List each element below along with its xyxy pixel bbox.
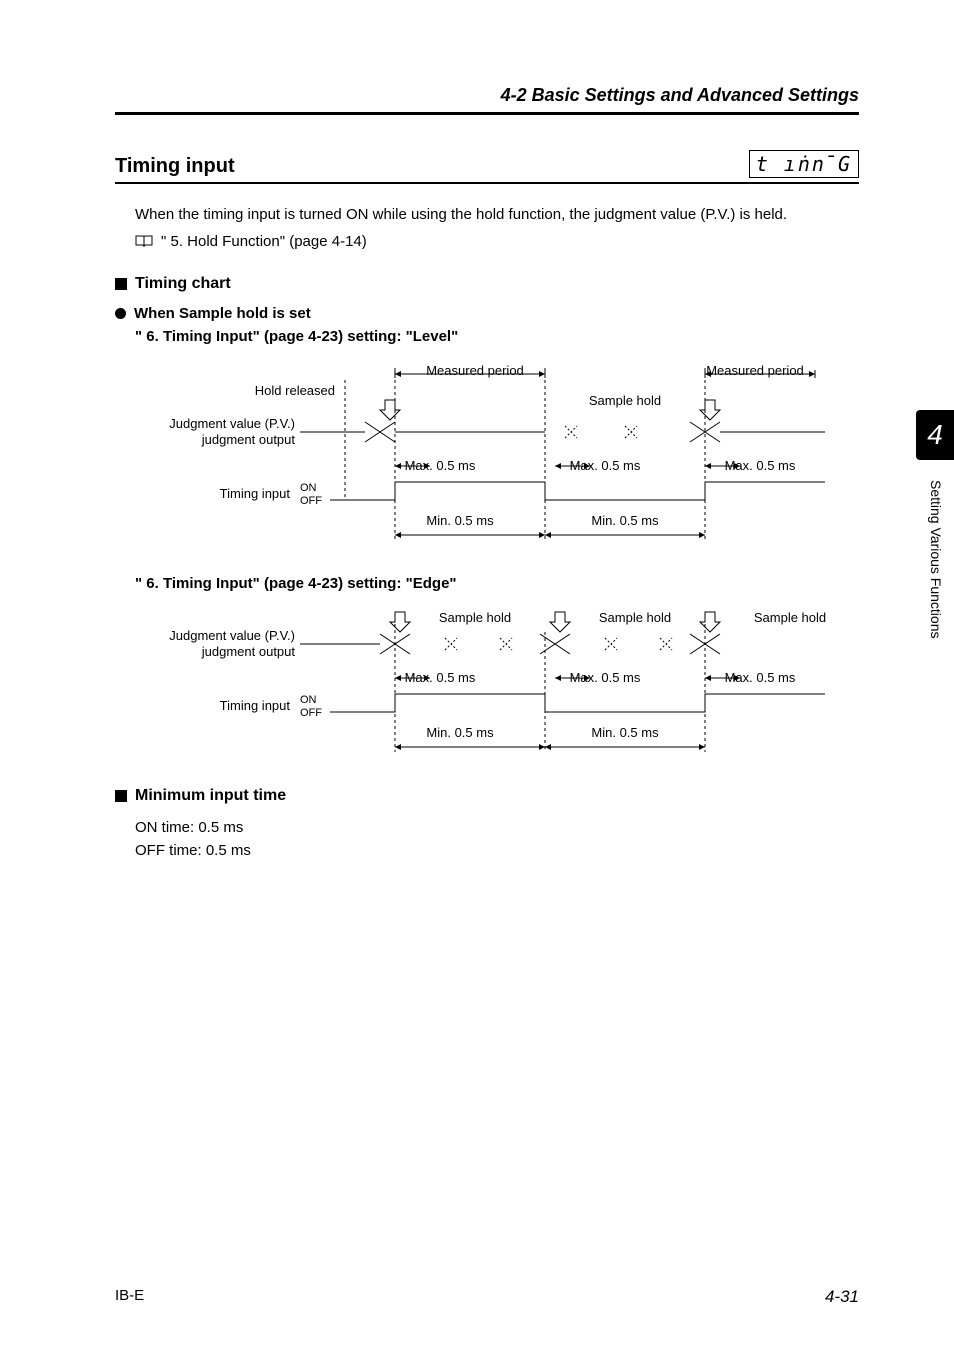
timing-diagram-level: Measured period Measured period Hold rel… — [145, 360, 859, 550]
sample-hold-label: Sample hold — [754, 610, 826, 625]
footer-page-number: 4-31 — [825, 1287, 859, 1307]
timing-diagram-edge: Sample hold Sample hold Sample hold Judg… — [145, 607, 859, 762]
judgment-output-label: judgment output — [201, 644, 296, 659]
sample-hold-heading-row: When Sample hold is set — [115, 305, 859, 322]
min-input-time-block: ON time: 0.5 ms OFF time: 0.5 ms — [135, 817, 859, 862]
off-time-text: OFF time: 0.5 ms — [135, 840, 859, 863]
square-bullet-icon — [115, 790, 127, 802]
header-rule — [115, 112, 859, 115]
hold-released-label: Hold released — [255, 383, 335, 398]
min-label: Min. 0.5 ms — [591, 513, 659, 528]
measured-period-label: Measured period — [426, 363, 524, 378]
off-label: OFF — [300, 707, 322, 719]
min-label: Min. 0.5 ms — [426, 513, 494, 528]
sample-hold-label: Sample hold — [599, 610, 671, 625]
min-label: Min. 0.5 ms — [426, 725, 494, 740]
chapter-number: 4 — [927, 419, 943, 451]
round-bullet-icon — [115, 308, 126, 319]
section-title: 4-2 Basic Settings and Advanced Settings — [501, 85, 859, 105]
off-label: OFF — [300, 495, 322, 507]
page-title: Timing input — [115, 155, 235, 178]
reference-text: " 5. Hold Function" (page 4-14) — [161, 233, 367, 250]
footer-left: IB-E — [115, 1287, 144, 1307]
side-label: Setting Various Functions — [928, 480, 944, 639]
measured-period-label: Measured period — [706, 363, 804, 378]
timing-chart-heading: Timing chart — [135, 275, 231, 293]
judgment-value-label: Judgment value (P.V.) — [169, 416, 295, 431]
book-icon — [135, 235, 153, 249]
sample-hold-heading: When Sample hold is set — [134, 305, 311, 322]
min-label: Min. 0.5 ms — [591, 725, 659, 740]
edge-setting-heading: " 6. Timing Input" (page 4-23) setting: … — [135, 575, 859, 592]
title-row: Timing input t ıṅn̄G — [115, 150, 859, 184]
timing-input-label: Timing input — [220, 486, 291, 501]
intro-text: When the timing input is turned ON while… — [135, 204, 859, 225]
timing-input-label: Timing input — [220, 698, 291, 713]
chapter-tab: 4 — [916, 410, 954, 460]
reference-row: " 5. Hold Function" (page 4-14) — [135, 233, 859, 250]
min-input-time-heading-row: Minimum input time — [115, 787, 859, 805]
timing-chart-heading-row: Timing chart — [115, 275, 859, 293]
min-input-time-heading: Minimum input time — [135, 787, 286, 805]
level-setting-heading: " 6. Timing Input" (page 4-23) setting: … — [135, 328, 859, 345]
sample-hold-label: Sample hold — [589, 393, 661, 408]
on-label: ON — [300, 482, 317, 494]
on-label: ON — [300, 694, 317, 706]
section-header: 4-2 Basic Settings and Advanced Settings — [115, 85, 859, 112]
sample-hold-label: Sample hold — [439, 610, 511, 625]
segment-display: t ıṅn̄G — [749, 150, 859, 178]
judgment-output-label: judgment output — [201, 432, 296, 447]
on-time-text: ON time: 0.5 ms — [135, 817, 859, 840]
judgment-value-label: Judgment value (P.V.) — [169, 628, 295, 643]
square-bullet-icon — [115, 278, 127, 290]
page-footer: IB-E 4-31 — [115, 1287, 859, 1307]
